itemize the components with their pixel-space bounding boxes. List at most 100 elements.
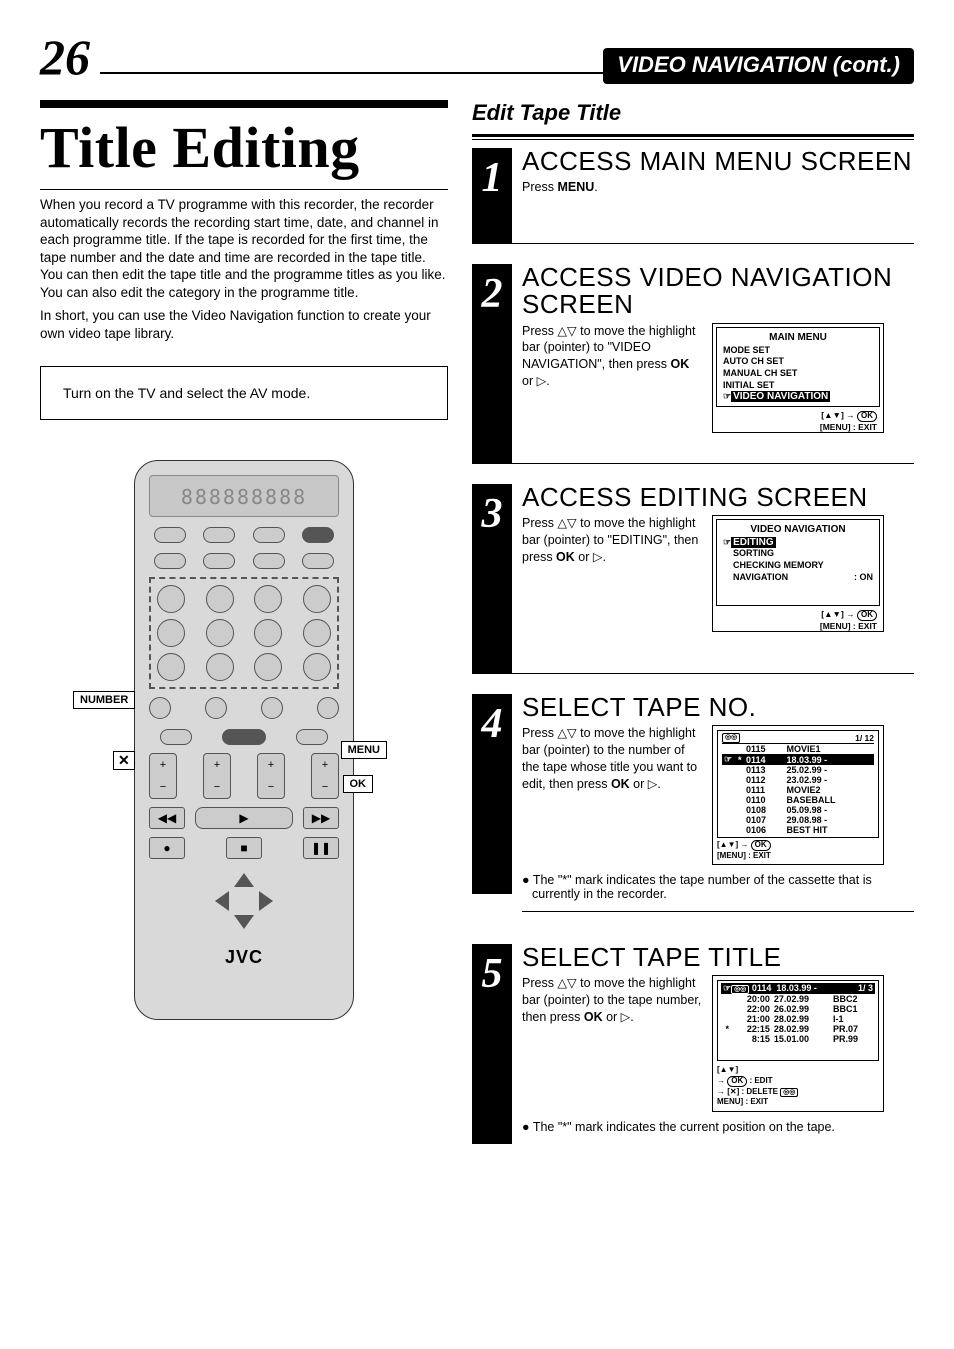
- list-counter: 1/ 12: [855, 733, 874, 743]
- tape-list-rows: 0115MOVIE1☞*011418.03.99 -011325.02.99 -…: [722, 744, 874, 835]
- osd-header: MAIN MENU: [723, 332, 873, 345]
- step-number-2: 2: [472, 264, 512, 464]
- step-5-title: SELECT TAPE TITLE: [522, 944, 914, 971]
- transport-row-2: ● ■ ❚❚: [149, 837, 339, 859]
- step-5-text: Press △▽ to move the highlight bar (poin…: [522, 975, 702, 1026]
- page-header: 26 VIDEO NAVIGATION (cont.): [40, 30, 914, 84]
- cassette-icon: ◎◎: [731, 985, 749, 994]
- step-5-note: ● The "*" mark indicates the current pos…: [522, 1120, 914, 1134]
- list-counter: 1/ 3: [858, 983, 873, 994]
- title-row: *22:1528.02.99PR.07: [721, 1024, 875, 1034]
- arrow-right-icon: [259, 891, 273, 911]
- hint-exit: [MENU] : EXIT: [820, 422, 877, 432]
- number-button: [206, 585, 234, 613]
- x-label: [✕]: [727, 1087, 739, 1096]
- nav-arrows: [149, 873, 339, 929]
- step-3: 3 ACCESS EDITING SCREEN Press △▽ to move…: [472, 484, 914, 674]
- stop-icon: ■: [226, 837, 262, 859]
- note-text: The "*" mark indicates the tape number o…: [532, 873, 872, 901]
- osd-hint: [▲▼] → OK [MENU] : EXIT: [713, 410, 883, 432]
- tape-row: 0106BEST HIT: [722, 825, 874, 835]
- number-button: [303, 653, 331, 681]
- delete-label: : DELETE: [739, 1087, 780, 1096]
- number-button: [254, 619, 282, 647]
- step-4-text: Press △▽ to move the highlight bar (poin…: [522, 725, 702, 793]
- ok-icon: OK: [751, 840, 771, 851]
- hand-icon: ☞: [723, 537, 731, 547]
- remote-button: [160, 729, 192, 745]
- step-1: 1 ACCESS MAIN MENU SCREEN Press MENU.: [472, 148, 914, 244]
- text: or ▷.: [575, 550, 606, 564]
- subsection-heading: Edit Tape Title: [472, 100, 914, 126]
- text: Press △▽ to move the highlight bar (poin…: [522, 726, 697, 791]
- section-title: VIDEO NAVIGATION (cont.): [603, 48, 914, 84]
- hint-arrows: [▲▼] →: [717, 840, 751, 849]
- step-number-4: 4: [472, 694, 512, 894]
- step-1-title: ACCESS MAIN MENU SCREEN: [522, 148, 914, 175]
- header-rule: [100, 72, 603, 74]
- number-button: [303, 619, 331, 647]
- step-2-title: ACCESS VIDEO NAVIGATION SCREEN: [522, 264, 914, 319]
- rocker-button: +−: [203, 753, 231, 799]
- number-button: [254, 585, 282, 613]
- step-number-1: 1: [472, 148, 512, 244]
- number-button: [206, 619, 234, 647]
- text: Press: [522, 180, 557, 194]
- tape-row: 011223.02.99 -: [722, 775, 874, 785]
- tape-row: 0110BASEBALL: [722, 795, 874, 805]
- callout-x: ✕: [113, 751, 135, 770]
- tape-date: 18.03.99 -: [776, 983, 817, 993]
- cassette-icon: ◎◎: [722, 733, 740, 743]
- ok-icon: OK: [857, 411, 877, 422]
- osd-item: CHECKING MEMORY: [723, 560, 873, 572]
- hint-arrows: [▲▼] →: [821, 410, 857, 420]
- ok-button: [222, 729, 266, 745]
- remote-lcd: 888888888: [149, 475, 339, 517]
- ffwd-icon: ▶▶: [303, 807, 339, 829]
- step-4-title: SELECT TAPE NO.: [522, 694, 914, 721]
- title-list-osd: ☞◎◎ 0114 18.03.99 - 1/ 3 20:0027.02.99BB…: [712, 975, 884, 1112]
- rocker-button: +−: [149, 753, 177, 799]
- title-row: 8:1515.01.00PR.99: [721, 1034, 875, 1044]
- hint-arrows: [▲▼]: [717, 1065, 738, 1074]
- ok-icon: OK: [727, 1076, 747, 1087]
- remote-button: [154, 527, 186, 543]
- number-button: [254, 653, 282, 681]
- tape-list-footer: [▲▼] → OK [MENU] : EXIT: [717, 840, 879, 860]
- text: Press △▽ to move the highlight bar (poin…: [522, 516, 698, 564]
- note-text: The "*" mark indicates the current posit…: [533, 1120, 835, 1134]
- number-button: [157, 585, 185, 613]
- osd-item-selected: EDITING: [731, 537, 776, 548]
- remote-button: [253, 553, 285, 569]
- arrow-up-icon: [234, 873, 254, 887]
- remote-button: [261, 697, 283, 719]
- remote-button: [302, 553, 334, 569]
- hint-exit: [MENU] : EXIT: [717, 851, 771, 860]
- tape-row: 0111MOVIE2: [722, 785, 874, 795]
- power-button-icon: [302, 527, 334, 543]
- ok-label: OK: [670, 357, 689, 371]
- callout-number: NUMBER: [73, 691, 135, 709]
- left-column: Title Editing When you record a TV progr…: [40, 100, 448, 1166]
- remote-button: [154, 553, 186, 569]
- remote-illustration: 888888888: [134, 460, 354, 1020]
- x-button: [149, 697, 171, 719]
- text: .: [594, 180, 597, 194]
- tape-no: 0114: [752, 983, 772, 993]
- title-thin-rule: [40, 189, 448, 190]
- remote-button: [205, 697, 227, 719]
- remote-row-ok: [149, 729, 339, 745]
- number-button: [206, 653, 234, 681]
- osd-header: VIDEO NAVIGATION: [723, 524, 873, 537]
- step-3-text: Press △▽ to move the highlight bar (poin…: [522, 515, 702, 566]
- brand-logo: JVC: [149, 947, 339, 968]
- rocker-button: +−: [311, 753, 339, 799]
- text: or ▷.: [603, 1010, 634, 1024]
- ok-icon: OK: [857, 610, 877, 621]
- step-5: 5 SELECT TAPE TITLE Press △▽ to move the…: [472, 944, 914, 1146]
- tape-row: 010805.09.98 -: [722, 805, 874, 815]
- tape-list-osd: ◎◎ 1/ 12 0115MOVIE1☞*011418.03.99 -01132…: [712, 725, 884, 865]
- arrow-left-icon: [215, 891, 229, 911]
- remote-button: [203, 527, 235, 543]
- tape-row: 011325.02.99 -: [722, 765, 874, 775]
